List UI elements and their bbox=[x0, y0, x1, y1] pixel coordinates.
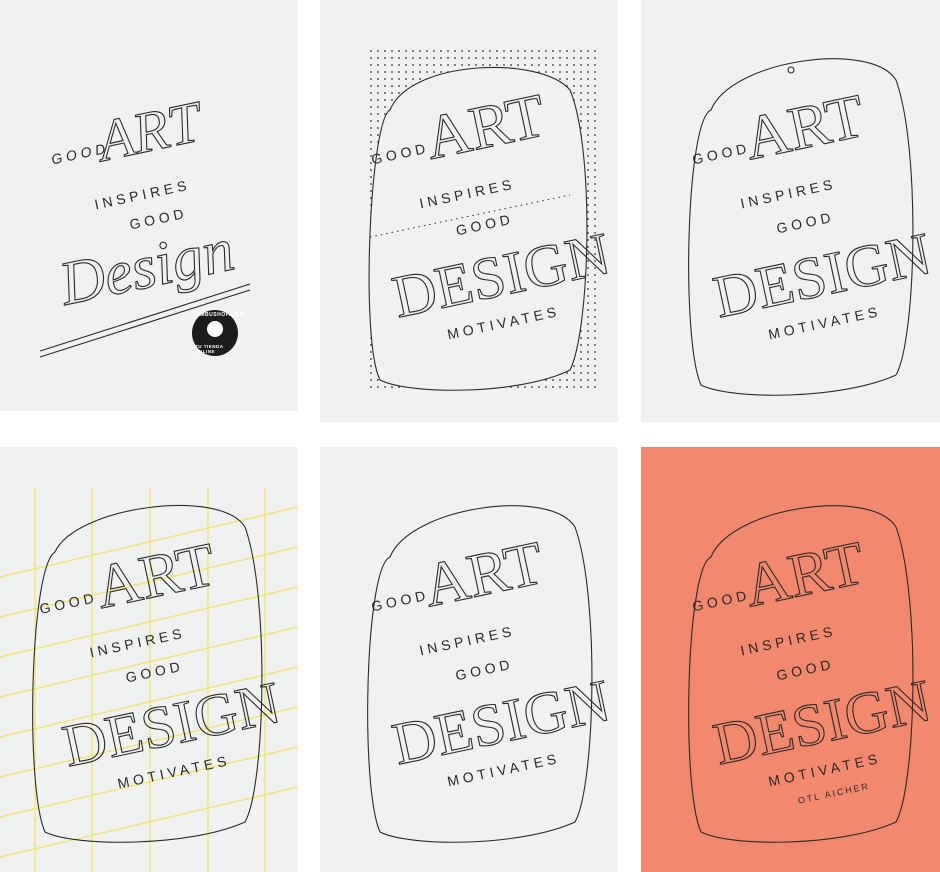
lettering-artwork-2: GOOD ART INSPIRES GOOD DESIGN MOTIVATES bbox=[366, 48, 616, 391]
panel-1-script-version: GOOD ART INSPIRES GOOD Design OMBUSHOP.C… bbox=[0, 0, 298, 411]
word-art-1: ART bbox=[88, 88, 210, 175]
word-design-caps-5: DESIGN bbox=[387, 667, 616, 777]
panel-4-grid-version: GOOD ART INSPIRES GOOD DESIGN MOTIVATES bbox=[0, 447, 298, 872]
word-art-5: ART bbox=[417, 529, 549, 621]
word-inspires-4: INSPIRES bbox=[88, 625, 187, 661]
word-art-4: ART bbox=[90, 531, 222, 623]
word-art-3: ART bbox=[738, 82, 870, 174]
lettering-artwork-6: GOOD ART INSPIRES GOOD DESIGN MOTIVATES … bbox=[688, 505, 937, 843]
badge-bottom-text: TU TIENDA ONLINE bbox=[195, 344, 224, 354]
lettering-artwork-3: GOOD ART INSPIRES GOOD DESIGN MOTIVATES bbox=[688, 58, 937, 396]
word-design-caps-6: DESIGN bbox=[708, 667, 937, 777]
word-inspires-3: INSPIRES bbox=[739, 175, 838, 211]
panel-5-final-version: GOOD ART INSPIRES GOOD DESIGN MOTIVATES bbox=[320, 447, 618, 872]
word-good-5: GOOD bbox=[370, 587, 431, 615]
word-art-6: ART bbox=[738, 529, 870, 621]
panel-2-dotted-version: GOOD ART INSPIRES GOOD DESIGN MOTIVATES bbox=[320, 0, 618, 422]
word-design-caps-3: DESIGN bbox=[708, 220, 937, 330]
word-good-6: GOOD bbox=[691, 587, 752, 615]
ombushop-badge: OMBUSHOP.COM TU TIENDA ONLINE bbox=[192, 310, 243, 356]
word-good-3: GOOD bbox=[691, 140, 752, 168]
star-ornament-icon-3 bbox=[787, 66, 795, 74]
word-inspires-5: INSPIRES bbox=[418, 622, 517, 658]
word-good2-4: GOOD bbox=[124, 658, 185, 686]
word-good2-6: GOOD bbox=[775, 656, 836, 684]
tree-icon bbox=[207, 321, 223, 337]
lettering-artwork-1: GOOD ART INSPIRES GOOD Design bbox=[39, 87, 251, 358]
word-design-script-1: Design bbox=[53, 216, 240, 319]
lettering-artwork-4: GOOD ART INSPIRES GOOD DESIGN MOTIVATES bbox=[0, 487, 298, 872]
word-good2-3: GOOD bbox=[775, 209, 836, 237]
badge-top-text: OMBUSHOP.COM bbox=[196, 312, 244, 318]
word-inspires-6: INSPIRES bbox=[739, 622, 838, 658]
panel-6-coral-version: GOOD ART INSPIRES GOOD DESIGN MOTIVATES … bbox=[641, 447, 940, 872]
word-good-4: GOOD bbox=[38, 589, 99, 617]
panel-3-ornament-version: GOOD ART INSPIRES GOOD DESIGN MOTIVATES bbox=[641, 0, 940, 422]
author-credit: OTL AICHER bbox=[797, 781, 871, 806]
word-good2-5: GOOD bbox=[454, 656, 515, 684]
lettering-artwork-5: GOOD ART INSPIRES GOOD DESIGN MOTIVATES bbox=[367, 505, 616, 843]
